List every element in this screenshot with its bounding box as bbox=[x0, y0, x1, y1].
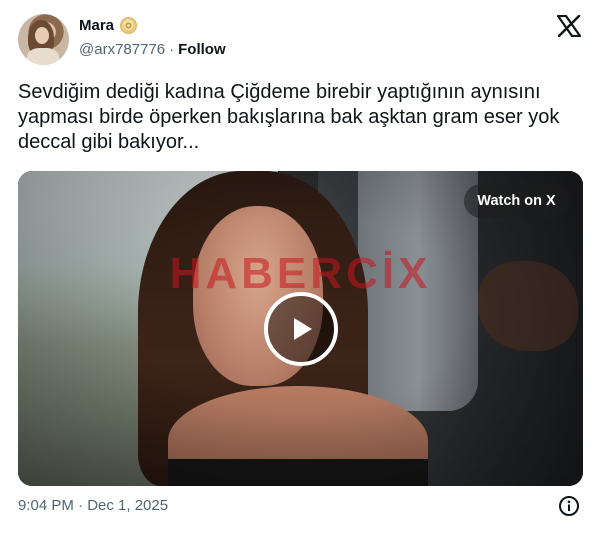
avatar[interactable] bbox=[18, 14, 69, 65]
play-icon bbox=[294, 318, 312, 340]
user-handle[interactable]: @arx787776 bbox=[79, 41, 165, 58]
tweet-card: Mara @arx787776 · Follow Sevdiğim dediği… bbox=[0, 0, 600, 536]
play-button[interactable] bbox=[264, 292, 338, 366]
watch-on-x-button[interactable]: Watch on X bbox=[464, 184, 569, 218]
video-player[interactable]: HABERCİX Watch on X bbox=[18, 171, 583, 486]
handle-row: @arx787776 · Follow bbox=[79, 41, 226, 58]
x-logo-icon[interactable] bbox=[557, 15, 581, 37]
tweet-timestamp[interactable]: 9:04 PM · Dec 1, 2025 bbox=[18, 497, 168, 514]
tweet-text: Sevdiğim dediği kadına Çiğdeme birebir y… bbox=[18, 81, 560, 153]
handle-separator: · bbox=[169, 41, 175, 58]
avatar-face bbox=[35, 27, 49, 44]
follow-button[interactable]: Follow bbox=[178, 41, 226, 58]
emoji-badge-icon bbox=[120, 17, 138, 34]
name-row: Mara bbox=[79, 17, 138, 34]
info-icon[interactable] bbox=[558, 495, 580, 517]
emoji-badge-glyph bbox=[125, 22, 132, 29]
avatar-body bbox=[27, 48, 59, 65]
display-name[interactable]: Mara bbox=[79, 17, 114, 34]
